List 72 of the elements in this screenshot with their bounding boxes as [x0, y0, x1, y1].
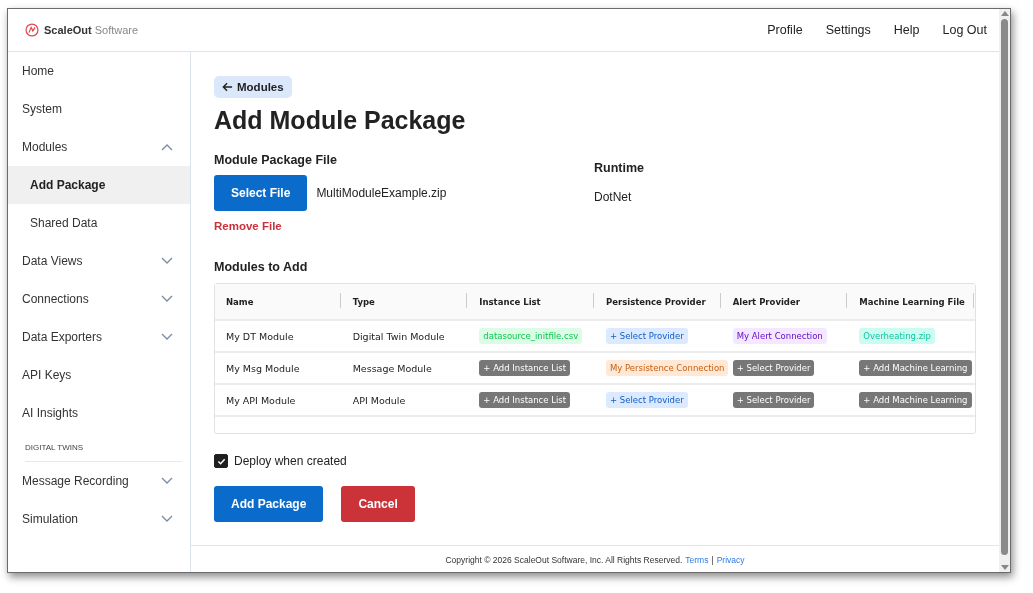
logo-icon	[25, 23, 39, 37]
chevron-icon	[161, 143, 173, 151]
sidebar-item[interactable]: Modules	[8, 128, 190, 166]
checkbox[interactable]	[214, 454, 228, 468]
privacy-link[interactable]: Privacy	[716, 555, 745, 572]
add-button[interactable]: + Add Machine Learning	[859, 392, 972, 408]
field-label: Runtime	[594, 161, 644, 175]
sidebar-item[interactable]: Home	[8, 52, 190, 90]
arrow-left-icon	[222, 82, 233, 92]
section-heading: DIGITAL TWINS	[25, 439, 182, 462]
scroll-up-icon[interactable]	[1000, 11, 1009, 16]
table-cell: Message Module	[352, 362, 432, 374]
add-button[interactable]: + Select Provider	[732, 360, 815, 376]
section-heading: Modules to Add	[214, 260, 309, 274]
add-button[interactable]: + Select Provider	[732, 392, 815, 408]
terms-link[interactable]: Terms	[685, 555, 709, 572]
tag: My Alert Connection	[732, 328, 827, 344]
back-button[interactable]: Modules	[214, 76, 292, 98]
table-cell: API Module	[352, 394, 406, 406]
column-header: Type	[352, 296, 375, 307]
table-cell: My API Module	[226, 394, 296, 406]
copyright-text: Copyright © 2026 ScaleOut Software, Inc. All Rights Reserved.	[445, 555, 683, 567]
select-provider-button[interactable]: + Select Provider	[606, 328, 688, 344]
column-header: Name	[226, 296, 254, 307]
checkbox-label: Deploy when created	[234, 454, 347, 468]
brand-name: ScaleOut	[44, 24, 92, 36]
select-provider-button[interactable]: + Select Provider	[606, 392, 688, 408]
chevron-icon	[161, 257, 173, 265]
file-name: MultiModuleExample.zip	[316, 186, 447, 200]
sidebar-item[interactable]: API Keys	[8, 356, 190, 394]
cancel-button[interactable]: Cancel	[341, 486, 415, 522]
sidebar-item[interactable]: Data Exporters	[8, 318, 190, 356]
add-button[interactable]: + Add Instance List	[479, 392, 571, 408]
check-icon	[216, 456, 226, 466]
sidebar-item[interactable]: Data Views	[8, 242, 190, 280]
sidebar-item[interactable]: Connections	[8, 280, 190, 318]
sidebar-subitem[interactable]: Add Package	[8, 166, 190, 204]
chevron-icon	[161, 477, 173, 485]
chevron-icon	[161, 295, 173, 303]
sidebar-item[interactable]: Simulation	[8, 500, 190, 538]
tag: Overheating.zip	[859, 328, 935, 344]
nav-link[interactable]: Profile	[767, 23, 803, 37]
brand-suffix: Software	[94, 24, 139, 36]
column-header: Instance List	[479, 296, 541, 307]
scrollbar[interactable]	[999, 9, 1010, 572]
add-button[interactable]: + Add Instance List	[479, 360, 571, 376]
scroll-down-icon[interactable]	[1000, 565, 1009, 570]
nav-link[interactable]: Help	[893, 23, 920, 37]
link-separator: |	[711, 555, 714, 567]
chevron-icon	[161, 333, 173, 341]
nav-link[interactable]: Log Out	[942, 23, 987, 37]
table-cell: My Msg Module	[226, 362, 300, 374]
tag: datasource_initfile.csv	[479, 328, 583, 344]
sidebar-subitem[interactable]: Shared Data	[8, 204, 190, 242]
nav-link[interactable]: Settings	[825, 23, 871, 37]
column-header: Alert Provider	[732, 296, 800, 307]
select-file-button[interactable]: Select File	[214, 175, 308, 211]
table-cell: Digital Twin Module	[352, 330, 445, 342]
tag: My Persistence Connection	[606, 360, 729, 376]
add-button[interactable]: + Add Machine Learning	[859, 360, 972, 376]
column-header: Persistence Provider	[606, 296, 706, 307]
remove-file-link[interactable]: Remove File	[214, 220, 282, 232]
table-cell: My DT Module	[226, 330, 294, 342]
column-header: Machine Learning File	[859, 296, 965, 307]
runtime-value: DotNet	[594, 190, 633, 204]
add-package-button[interactable]: Add Package	[214, 486, 324, 522]
page-title: Add Module Package	[214, 106, 467, 135]
sidebar-item[interactable]: AI Insights	[8, 394, 190, 432]
field-label: Module Package File	[214, 153, 338, 167]
chevron-icon	[161, 515, 173, 523]
sidebar-item[interactable]: System	[8, 90, 190, 128]
sidebar-item[interactable]: Message Recording	[8, 462, 190, 500]
